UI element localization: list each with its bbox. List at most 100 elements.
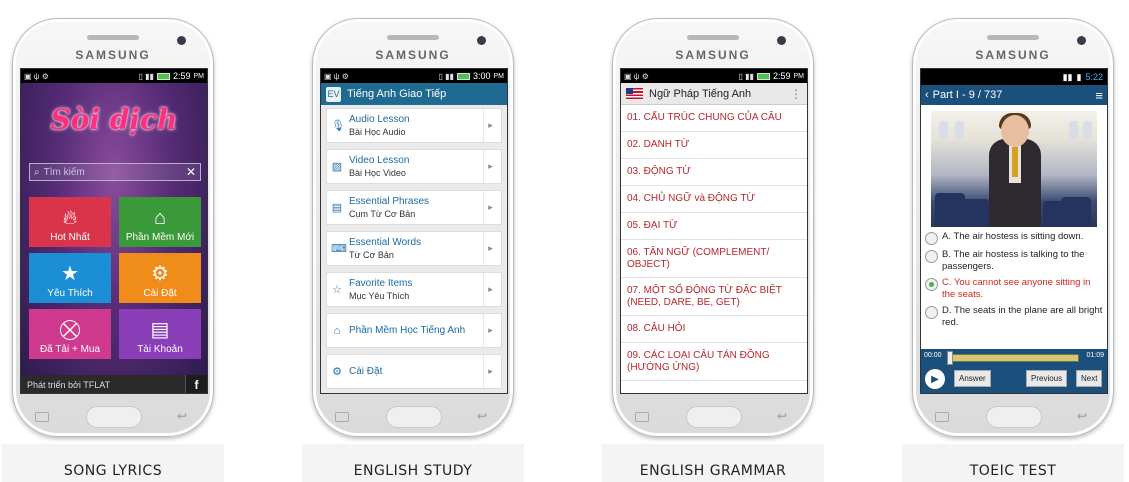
home-button[interactable] — [86, 406, 142, 428]
item-title: Favorite Items — [349, 277, 413, 289]
list-item[interactable]: 01. CẤU TRÚC CHUNG CỦA CÂU — [621, 105, 807, 132]
radio-button[interactable] — [925, 306, 938, 319]
list-item-favorite-items[interactable]: ☆ Favorite Items Mục Yêu Thích ▸ — [326, 272, 502, 307]
item-subtitle: Bài Học Video — [349, 167, 406, 178]
list-item[interactable]: 05. ĐẠI TỪ — [621, 213, 807, 240]
menu-key[interactable] — [935, 412, 949, 422]
list-item-settings[interactable]: ⚙ Cài Đặt ▸ — [326, 354, 502, 389]
app-logo: Sòi dịch — [50, 103, 178, 136]
home-button[interactable] — [386, 406, 442, 428]
option-b[interactable]: B. The air hostess is talking to the pas… — [925, 249, 1103, 273]
hamburger-menu-icon[interactable]: ≡ — [1095, 88, 1103, 103]
app-title: Tiếng Anh Giao Tiếp — [347, 88, 447, 100]
list-item-audio-lesson[interactable]: 🎙︎ Audio Lesson Bài Học Audio ▸ — [326, 108, 502, 143]
radio-button[interactable] — [925, 278, 938, 291]
item-title: Cài Đặt — [349, 365, 383, 377]
tile-new-apps[interactable]: ⌂ Phần Mềm Mới — [119, 197, 201, 247]
menu-key[interactable] — [35, 412, 49, 422]
answer-button[interactable]: Answer — [954, 370, 991, 387]
item-title: Video Lesson — [349, 154, 410, 166]
tile-label: Đã Tải + Mua — [39, 344, 101, 355]
list-item[interactable]: 02. DANH TỪ — [621, 132, 807, 159]
radio-button[interactable] — [925, 250, 938, 263]
option-text: A. The air hostess is sitting down. — [942, 231, 1084, 242]
list-item[interactable]: 09. CÁC LOẠI CÂU TÁN ĐỒNG (HƯỚNG ỨNG) — [621, 343, 807, 381]
item-title: Audio Lesson — [349, 113, 410, 125]
battery-icon — [156, 72, 170, 80]
list-item[interactable]: 08. CÂU HỎI — [621, 316, 807, 343]
brand-logo: SAMSUNG — [75, 48, 151, 62]
item-title: Essential Phrases — [349, 195, 430, 207]
back-key[interactable]: ↩ — [1077, 409, 1087, 423]
document-icon: ▤ — [331, 202, 343, 214]
audio-progress-bar[interactable] — [949, 354, 1079, 362]
chevron-right-icon: ▸ — [483, 355, 497, 388]
lyrics-home: Sòi dịch ⌕ Tìm kiếm ✕ 🔥︎ Hot Nhất ⌂ Phần… — [21, 83, 207, 393]
tile-settings[interactable]: ⚙ Cài Đặt — [119, 253, 201, 303]
tile-hot[interactable]: 🔥︎ Hot Nhất — [29, 197, 111, 247]
tile-favorites[interactable]: ★ Yêu Thích — [29, 253, 111, 303]
option-text: B. The air hostess is talking to the pas… — [942, 249, 1085, 272]
audio-scrubber[interactable] — [947, 351, 953, 365]
audio-total-time: 01:09 — [1086, 352, 1104, 359]
clear-icon[interactable]: ✕ — [186, 165, 196, 179]
back-key[interactable]: ↩ — [477, 409, 487, 423]
tile-account[interactable]: ▤ Tài Khoản — [119, 309, 201, 359]
caption: SONG LYRICS — [63, 463, 163, 479]
nav-bar: ‹ Part I - 9 / 737 ≡ — [921, 85, 1107, 105]
app-title: Ngữ Pháp Tiếng Anh — [649, 87, 752, 100]
brand-logo: SAMSUNG — [975, 48, 1051, 62]
list-item-essential-phrases[interactable]: ▤ Essential Phrases Cụm Từ Cơ Bản ▸ — [326, 190, 502, 225]
item-title: Essential Words — [349, 236, 422, 248]
item-subtitle: Bài Học Audio — [349, 126, 406, 137]
app-bar: Ngữ Pháp Tiếng Anh ⋮ — [621, 83, 807, 105]
front-camera — [477, 36, 486, 45]
item-title: Phần Mềm Học Tiếng Anh — [349, 324, 466, 336]
previous-button[interactable]: Previous — [1026, 370, 1068, 387]
list-item[interactable]: 07. MỘT SỐ ĐỘNG TỪ ĐẶC BIỆT (NEED, DARE,… — [621, 278, 807, 316]
search-input[interactable]: ⌕ Tìm kiếm ✕ — [29, 163, 201, 181]
home-button[interactable] — [986, 406, 1042, 428]
house-icon: ⌂ — [153, 207, 167, 229]
phone-screen: ▣ ψ ⚙ ▯ ▮▮ 2:59 PM Ngữ Pháp Tiếng Anh ⋮ … — [620, 68, 808, 394]
caption: ENGLISH GRAMMAR — [639, 463, 787, 479]
option-d[interactable]: D. The seats in the plane are all bright… — [925, 305, 1103, 329]
list-item-essential-words[interactable]: ⌨ Essential Words Từ Cơ Bản ▸ — [326, 231, 502, 266]
option-c[interactable]: C. You cannot see anyone sitting in the … — [925, 277, 1103, 301]
list-item-more-apps[interactable]: ⌂ Phần Mềm Học Tiếng Anh ▸ — [326, 313, 502, 348]
caption: ENGLISH STUDY — [353, 463, 473, 479]
overflow-menu-icon[interactable]: ⋮ — [790, 87, 802, 101]
list-item-video-lesson[interactable]: ▨ Video Lesson Bài Học Video ▸ — [326, 149, 502, 184]
image-icon: ▨ — [331, 161, 343, 173]
audio-current-time: 00:00 — [924, 352, 942, 359]
battery-icon: ▮ — [1076, 71, 1082, 82]
app-bar: EV Tiếng Anh Giao Tiếp — [321, 83, 507, 105]
facebook-icon[interactable]: f — [185, 375, 207, 393]
option-a[interactable]: A. The air hostess is sitting down. — [925, 231, 1103, 245]
tile-grid: 🔥︎ Hot Nhất ⌂ Phần Mềm Mới ★ Yêu Thích ⚙… — [29, 197, 201, 359]
menu-key[interactable] — [635, 412, 649, 422]
id-card-icon: ▤ — [150, 319, 170, 341]
phone-screen: ▣ ψ ⚙ ▯ ▮▮ 2:59 PM Sòi dịch ⌕ Tìm kiếm ✕ — [20, 68, 208, 394]
tile-downloaded[interactable]: ⛒ Đã Tải + Mua — [29, 309, 111, 359]
search-placeholder: Tìm kiếm — [43, 166, 85, 178]
status-time: 5:22 — [1085, 72, 1103, 82]
option-text: D. The seats in the plane are all bright… — [942, 305, 1103, 328]
back-key[interactable]: ↩ — [177, 409, 187, 423]
list-item[interactable]: 03. ĐỘNG TỪ — [621, 159, 807, 186]
next-button[interactable]: Next — [1076, 370, 1103, 387]
chevron-right-icon: ▸ — [483, 273, 497, 306]
list-item[interactable]: 04. CHỦ NGỮ và ĐỘNG TỪ — [621, 186, 807, 213]
slot-toeic-test: TOEIC TEST SAMSUNG ▮▮ ▮ 5:22 ‹ Part I - … — [902, 0, 1124, 482]
status-bar: ▣ ψ ⚙ ▯ ▮▮ 2:59 PM — [21, 69, 207, 83]
play-icon[interactable]: ▶ — [925, 369, 945, 389]
radio-button[interactable] — [925, 232, 938, 245]
back-key[interactable]: ↩ — [777, 409, 787, 423]
menu-key[interactable] — [335, 412, 349, 422]
earpiece — [387, 35, 439, 40]
question-photo — [931, 111, 1097, 227]
back-chevron-icon[interactable]: ‹ — [925, 89, 929, 101]
list-item[interactable]: 06. TÂN NGỮ (COMPLEMENT/ OBJECT) — [621, 240, 807, 278]
home-button[interactable] — [686, 406, 742, 428]
battery-icon — [456, 72, 470, 80]
